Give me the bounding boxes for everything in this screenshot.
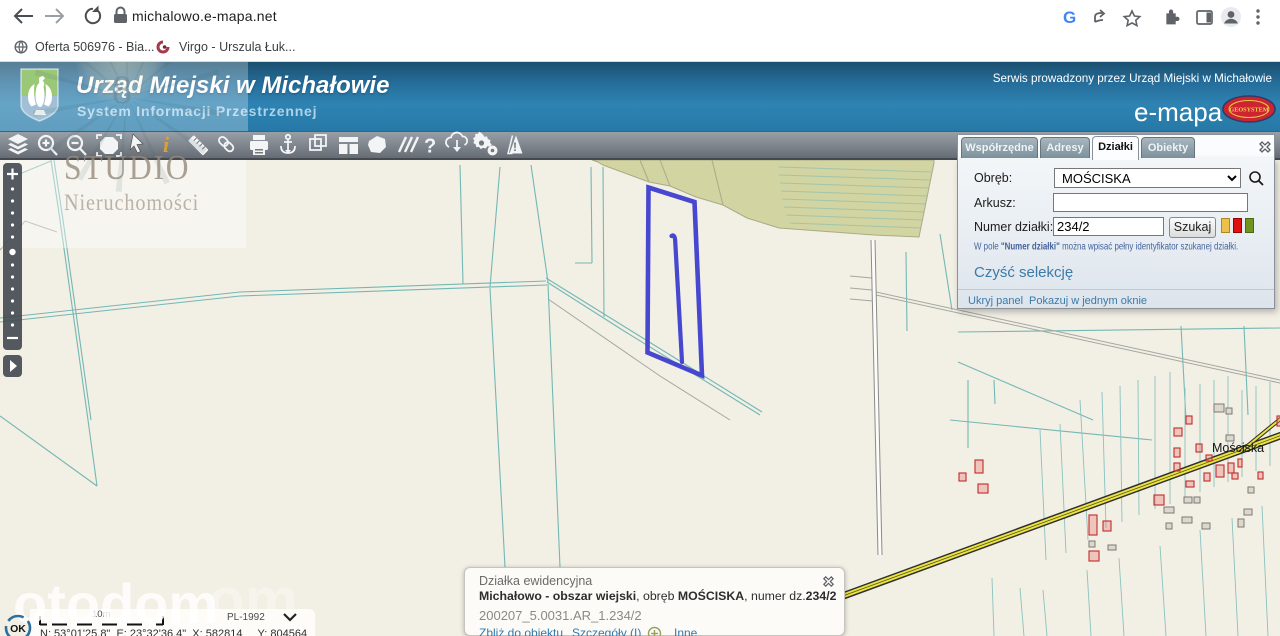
svg-text:OK: OK — [10, 623, 26, 635]
svg-text:GEOSYSTEM: GEOSYSTEM — [1229, 107, 1268, 114]
svg-text:Mościska: Mościska — [1212, 441, 1264, 455]
svg-text:G: G — [1063, 8, 1076, 27]
svg-text:!: ! — [513, 140, 517, 154]
svg-text:?: ? — [424, 136, 436, 158]
